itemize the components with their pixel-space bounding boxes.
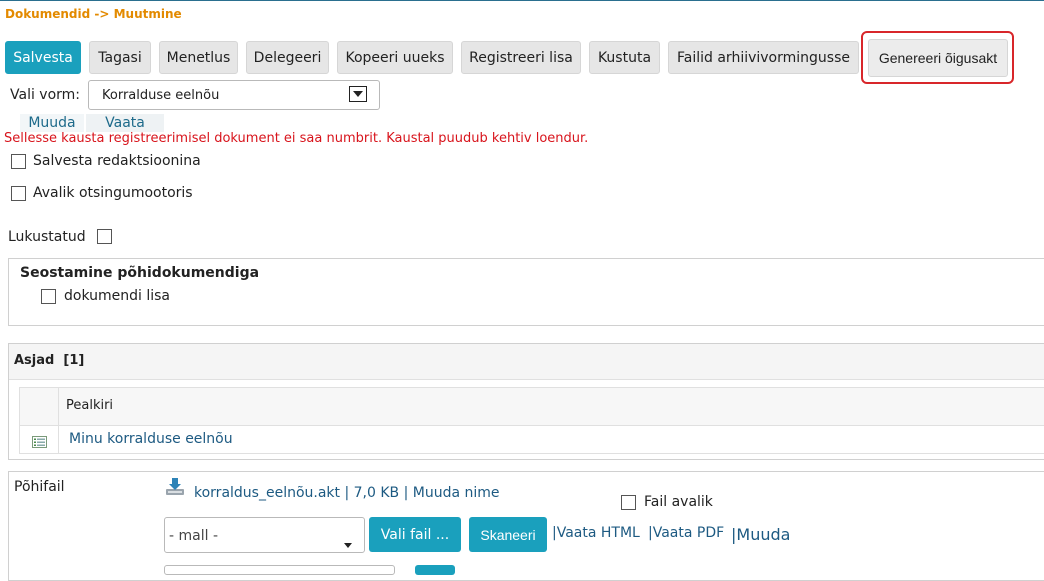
save-revision-checkbox[interactable] [11, 154, 26, 169]
link-main-document-title: Seostamine põhidokumendiga [20, 265, 260, 281]
delete-button[interactable]: Kustuta [589, 41, 660, 74]
asjad-count: [1] [63, 353, 85, 368]
register-attachment-button[interactable]: Registreeri lisa [461, 41, 581, 74]
asjad-row-link[interactable]: Minu korralduse eelnõu [69, 431, 233, 447]
form-select-value: Korralduse eelnõu [102, 88, 220, 103]
view-pdf-link[interactable]: |Vaata PDF [648, 525, 724, 541]
save-revision-label: Salvesta redaktsioonina [33, 153, 201, 169]
chevron-down-icon [344, 533, 352, 552]
form-select-label: Vali vorm: [10, 87, 81, 103]
choose-file-button[interactable]: Vali fail ... [369, 517, 461, 552]
back-button[interactable]: Tagasi [89, 41, 151, 74]
menetlus-button[interactable]: Menetlus [159, 41, 238, 74]
public-search-checkbox[interactable] [11, 186, 26, 201]
delegeeri-button[interactable]: Delegeeri [246, 41, 329, 74]
tab-muuda[interactable]: Muuda [20, 114, 84, 132]
download-icon[interactable] [165, 477, 185, 501]
edit-link[interactable]: |Muuda [731, 525, 790, 544]
main-file-label: Põhifail [14, 479, 65, 495]
copy-new-button[interactable]: Kopeeri uueks [337, 41, 453, 74]
breadcrumb: Dokumendid -> Muutmine [5, 7, 182, 21]
column-header-pealkiri: Pealkiri [66, 398, 114, 413]
view-html-link[interactable]: |Vaata HTML [552, 525, 640, 541]
asjad-table: Pealkiri Minu korralduse eelnõu [19, 387, 1044, 454]
rename-link[interactable]: Muuda nime [413, 485, 500, 501]
next-row-input[interactable] [164, 565, 395, 575]
asjad-title: Asjad [1] [14, 353, 85, 368]
locked-label: Lukustatud [8, 229, 86, 245]
form-select[interactable]: Korralduse eelnõu [88, 80, 380, 110]
next-row-button[interactable] [415, 565, 455, 575]
template-select[interactable]: - mall - [164, 517, 365, 553]
file-size: | 7,0 KB | [344, 485, 409, 501]
template-select-value: - mall - [169, 528, 218, 544]
chevron-down-icon[interactable] [349, 86, 367, 102]
asjad-header [9, 344, 1044, 380]
scan-button[interactable]: Skaneeri [469, 517, 547, 552]
document-attachment-checkbox[interactable] [41, 289, 56, 304]
public-file-checkbox[interactable] [621, 495, 636, 510]
public-file-label: Fail avalik [644, 494, 713, 510]
archive-files-button[interactable]: Failid arhiivivormingusse [668, 41, 859, 74]
top-border [0, 0, 1044, 1]
generate-legal-act-button[interactable]: Genereeri õigusakt [868, 39, 1008, 77]
tab-vaata[interactable]: Vaata [86, 114, 164, 132]
asjad-table-header [20, 388, 1044, 426]
column-divider [58, 388, 59, 454]
file-name-link[interactable]: korraldus_eelnõu.akt [194, 485, 340, 501]
public-search-label: Avalik otsingumootoris [33, 185, 193, 201]
file-info: korraldus_eelnõu.akt | 7,0 KB | Muuda ni… [194, 485, 500, 501]
document-attachment-label: dokumendi lisa [64, 288, 171, 304]
error-message: Sellesse kausta registreerimisel dokumen… [4, 131, 589, 146]
list-icon[interactable] [32, 433, 47, 452]
locked-checkbox[interactable] [97, 229, 112, 244]
save-button[interactable]: Salvesta [5, 41, 81, 74]
